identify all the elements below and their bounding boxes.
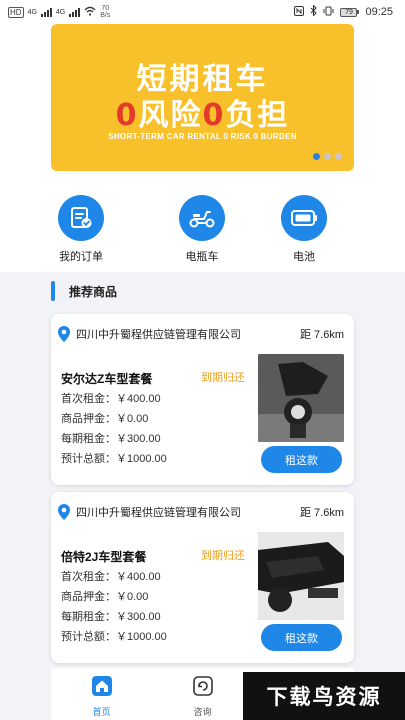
tab-home[interactable]: 首页 [51, 668, 152, 720]
merchant: 四川中升蜀程供应链管理有限公司 [57, 503, 241, 521]
signal-icon [40, 7, 52, 17]
category-label: 我的订单 [59, 251, 103, 263]
category-shortcuts: 我的订单 电瓶车 电池 [51, 195, 354, 265]
distance: 距 7.6km [299, 507, 344, 519]
estimated-total: 预计总额：￥1000.00 [61, 631, 167, 643]
network-type-2: 4G [55, 8, 66, 16]
carousel-indicator[interactable] [313, 153, 342, 160]
tab-consult[interactable]: 咨询 [152, 668, 253, 720]
location-pin-icon [58, 504, 70, 520]
rent-this-button[interactable]: 租这款 [261, 446, 342, 473]
home-icon [91, 676, 112, 701]
product-card[interactable]: 四川中升蜀程供应链管理有限公司 距 7.6km 倍特2J车型套餐 到期归还 首次… [51, 492, 354, 663]
card-header: 四川中升蜀程供应链管理有限公司 距 7.6km [57, 324, 344, 344]
category-battery[interactable]: 电池 [264, 195, 344, 264]
consult-icon [192, 676, 213, 701]
card-header: 四川中升蜀程供应链管理有限公司 距 7.6km [57, 502, 344, 522]
network-type-1: 4G [27, 8, 37, 16]
hd-badge: HD [8, 6, 24, 18]
return-policy-label: 到期归还 [201, 372, 245, 384]
carousel-dot-3[interactable] [335, 153, 342, 160]
wifi-icon [84, 6, 96, 19]
status-right: 79 09:25 [294, 4, 393, 19]
distance: 距 7.6km [299, 329, 344, 341]
nfc-icon [294, 5, 305, 19]
category-label: 电池 [293, 251, 315, 263]
package-title: 安尔达Z车型套餐 [61, 372, 153, 386]
tab-label: 首页 [92, 707, 111, 717]
signal-icon [69, 7, 81, 17]
periodic-rent: 每期租金：￥300.00 [61, 611, 161, 623]
section-title: 推荐商品 [69, 284, 118, 299]
category-my-orders[interactable]: 我的订单 [41, 195, 121, 264]
category-label: 电瓶车 [185, 251, 219, 263]
banner-slogan: 0风险0负担 [115, 98, 290, 133]
first-rent: 首次租金：￥400.00 [61, 571, 161, 583]
package-title: 倍特2J车型套餐 [61, 550, 147, 564]
return-policy-label: 到期归还 [201, 550, 245, 562]
status-left: HD 4G 4G 70 B/s [8, 5, 110, 19]
product-image[interactable] [258, 354, 344, 442]
vibrate-icon [323, 6, 334, 19]
scooter-icon [179, 195, 225, 241]
recommended-section-header: 推荐商品 [51, 280, 117, 302]
network-speed: 70 B/s [100, 5, 111, 19]
rent-this-button[interactable]: 租这款 [261, 624, 342, 651]
carousel-dot-2[interactable] [324, 153, 331, 160]
order-document-icon [58, 195, 104, 241]
banner-subtitle: SHORT-TERM CAR RENTAL 0 RISK 0 BURDEN [108, 132, 297, 141]
bluetooth-icon [310, 4, 318, 19]
price-details: 首次租金：￥400.00 商品押金：￥0.00 每期租金：￥300.00 预计总… [61, 390, 167, 470]
carousel-dot-1[interactable] [313, 153, 320, 160]
first-rent: 首次租金：￥400.00 [61, 393, 161, 405]
merchant-name: 四川中升蜀程供应链管理有限公司 [76, 329, 241, 341]
category-scooter[interactable]: 电瓶车 [162, 195, 242, 264]
deposit: 商品押金：￥0.00 [61, 413, 149, 425]
tab-label: 咨询 [193, 707, 212, 717]
status-bar: HD 4G 4G 70 B/s 79 09:25 [0, 0, 405, 24]
deposit: 商品押金：￥0.00 [61, 591, 149, 603]
battery-icon [281, 195, 327, 241]
battery-status-icon: 79 [340, 7, 360, 17]
merchant-name: 四川中升蜀程供应链管理有限公司 [76, 507, 241, 519]
location-pin-icon [58, 326, 70, 342]
periodic-rent: 每期租金：￥300.00 [61, 433, 161, 445]
promo-banner[interactable]: 短期租车 0风险0负担 SHORT-TERM CAR RENTAL 0 RISK… [51, 24, 354, 171]
price-details: 首次租金：￥400.00 商品押金：￥0.00 每期租金：￥300.00 预计总… [61, 568, 167, 648]
section-accent-bar [51, 281, 55, 301]
merchant: 四川中升蜀程供应链管理有限公司 [57, 325, 241, 343]
clock: 09:25 [365, 6, 393, 18]
watermark-logo: 下载鸟资源 [243, 672, 405, 720]
product-card[interactable]: 四川中升蜀程供应链管理有限公司 距 7.6km 安尔达Z车型套餐 到期归还 首次… [51, 314, 354, 485]
estimated-total: 预计总额：￥1000.00 [61, 453, 167, 465]
product-image[interactable] [258, 532, 344, 620]
